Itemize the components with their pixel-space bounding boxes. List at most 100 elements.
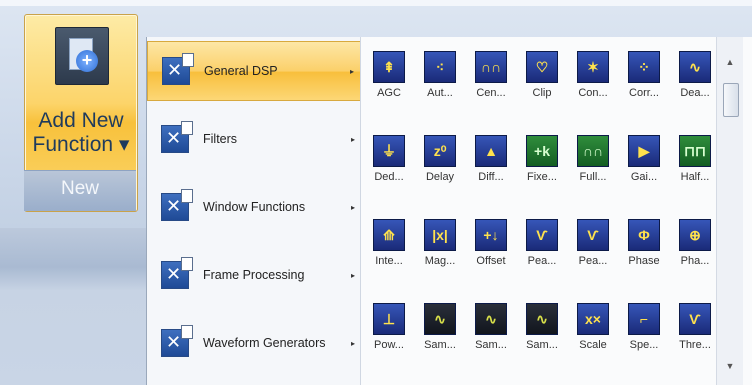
gallery-item-label: Sam...: [475, 339, 507, 351]
gallery-item-label: Gai...: [630, 171, 658, 183]
gallery-item[interactable]: ⌐ Spe...: [624, 293, 666, 357]
gallery-item-label: Con...: [578, 87, 608, 99]
gallery-item[interactable]: +↓ Offset: [471, 209, 513, 273]
magnitude-icon: |x|: [424, 219, 456, 251]
sample-icon: ∿: [424, 303, 456, 335]
scroll-down-button[interactable]: ▼: [722, 359, 738, 373]
gain-icon: ▶: [628, 135, 660, 167]
menu-item-label: Waveform Generators: [203, 336, 326, 350]
add-new-function-label: Add New Function ▾: [25, 109, 137, 157]
submenu-arrow-icon: ▸: [349, 66, 354, 76]
offset-icon: +↓: [475, 219, 507, 251]
gallery-item[interactable]: ⁘ Corr...: [624, 41, 666, 105]
menu-item-label: General DSP: [204, 64, 278, 78]
spectrum-icon: ⌐: [628, 303, 660, 335]
fixed-icon: +k: [526, 135, 558, 167]
gallery-item-label: Scale: [579, 339, 607, 351]
menu-item-waveform-generators[interactable]: Waveform Generators ▸: [147, 313, 361, 373]
gallery-item-label: Full...: [579, 171, 607, 183]
agc-icon: ⇞: [373, 51, 405, 83]
add-new-function-label-line1: Add New: [38, 109, 124, 132]
gallery-item-label: Diff...: [478, 171, 504, 183]
convolution-icon: ✶: [577, 51, 609, 83]
gallery-item-label: Phase: [628, 255, 660, 267]
gallery-item-label: Cen...: [476, 87, 506, 99]
menu-item-filters[interactable]: Filters ▸: [147, 109, 361, 169]
gallery-item-label: Pow...: [374, 339, 404, 351]
gallery-item[interactable]: ∿ Sam...: [522, 293, 564, 357]
function-category-menu: General DSP▸Filters▸Window Functions▸Fra…: [146, 37, 361, 385]
gallery-item-label: Sam...: [424, 339, 456, 351]
gallery-item[interactable]: |x| Mag...: [420, 209, 462, 273]
gallery-item-label: Dea...: [680, 87, 710, 99]
gallery-item[interactable]: ∿ Dea...: [675, 41, 717, 105]
submenu-arrow-icon: ▸: [350, 202, 355, 212]
scroll-up-button[interactable]: ▲: [722, 55, 738, 69]
gallery-item[interactable]: +k Fixe...: [522, 125, 564, 189]
gallery-item[interactable]: ⊥ Pow...: [369, 293, 411, 357]
workspace-background: [0, 228, 160, 385]
gallery-item[interactable]: Φ Phase: [624, 209, 666, 273]
gallery-item[interactable]: ∩∩ Cen...: [471, 41, 513, 105]
submenu-arrow-icon: ▸: [350, 338, 355, 348]
gallery-item-label: Fixe...: [527, 171, 557, 183]
correlation-icon: ⁘: [628, 51, 660, 83]
gallery-item-label: Ded...: [374, 171, 404, 183]
integrate-icon: ⟰: [373, 219, 405, 251]
menu-item-label: Window Functions: [203, 200, 306, 214]
gallery-item[interactable]: ⁖ Aut...: [420, 41, 462, 105]
plus-icon: +: [76, 50, 98, 72]
gallery-item[interactable]: Ѵ Pea...: [522, 209, 564, 273]
menu-item-label: Frame Processing: [203, 268, 305, 282]
gallery-item[interactable]: ⏚ Ded...: [369, 125, 411, 189]
sample-rate-icon: ∿: [526, 303, 558, 335]
submenu-arrow-icon: ▸: [350, 270, 355, 280]
gallery-item[interactable]: ⟰ Inte...: [369, 209, 411, 273]
gallery-item[interactable]: ∩∩ Full...: [573, 125, 615, 189]
gallery-item-label: Inte...: [375, 255, 403, 267]
autocorrelation-icon: ⁖: [424, 51, 456, 83]
menu-item-window-functions[interactable]: Window Functions ▸: [147, 177, 361, 237]
gallery-item-label: Thre...: [679, 339, 711, 351]
full-wave-icon: ∩∩: [577, 135, 609, 167]
gallery-item[interactable]: ∿ Sam...: [471, 293, 513, 357]
function-gallery: ⇞ AGC ⁖ Aut... ∩∩ Cen... ♡ Clip ✶ Con... ⁘ Corr... ∿…: [360, 37, 752, 385]
gallery-item[interactable]: Ѵ Pea...: [573, 209, 615, 273]
gallery-item[interactable]: ⊓⊓ Half...: [675, 125, 717, 189]
gallery-item[interactable]: ⊕ Pha...: [675, 209, 717, 273]
gallery-item[interactable]: ▶ Gai...: [624, 125, 666, 189]
gallery-item[interactable]: ▲ Diff...: [471, 125, 513, 189]
gallery-item[interactable]: ∿ Sam...: [420, 293, 462, 357]
deadband-icon: ∿: [679, 51, 711, 83]
delay-icon: z⁰: [424, 135, 456, 167]
submenu-arrow-icon: ▸: [350, 134, 355, 144]
dedc-icon: ⏚: [373, 135, 405, 167]
gallery-item[interactable]: ✶ Con...: [573, 41, 615, 105]
gallery-item[interactable]: ♡ Clip: [522, 41, 564, 105]
function-category-icon: [161, 121, 193, 153]
scroll-thumb[interactable]: [723, 83, 739, 117]
menu-item-general-dsp[interactable]: General DSP ▸: [147, 41, 361, 101]
gallery-item-label: Delay: [425, 171, 455, 183]
power-icon: ⊥: [373, 303, 405, 335]
gallery-item-label: Pea...: [527, 255, 557, 267]
page-corner-icon: [181, 325, 193, 339]
differentiate-icon: ▲: [475, 135, 507, 167]
gallery-scrollbar[interactable]: ▲ ▼: [716, 37, 743, 385]
peak-detect-icon: Ѵ: [577, 219, 609, 251]
gallery-item-label: Mag...: [424, 255, 456, 267]
phase-unwrap-icon: ⊕: [679, 219, 711, 251]
gallery-item[interactable]: x× Scale: [573, 293, 615, 357]
add-document-icon: +: [55, 27, 109, 85]
gallery-item[interactable]: z⁰ Delay: [420, 125, 462, 189]
gallery-item-label: Spe...: [629, 339, 659, 351]
page-corner-icon: [182, 53, 194, 67]
gallery-item-label: Half...: [680, 171, 710, 183]
gallery-item[interactable]: Ѵ Thre...: [675, 293, 717, 357]
center-icon: ∩∩: [475, 51, 507, 83]
sample-hold-icon: ∿: [475, 303, 507, 335]
menu-item-frame-processing[interactable]: Frame Processing ▸: [147, 245, 361, 305]
scale-icon: x×: [577, 303, 609, 335]
gallery-item[interactable]: ⇞ AGC: [369, 41, 411, 105]
function-category-icon: [161, 325, 193, 357]
